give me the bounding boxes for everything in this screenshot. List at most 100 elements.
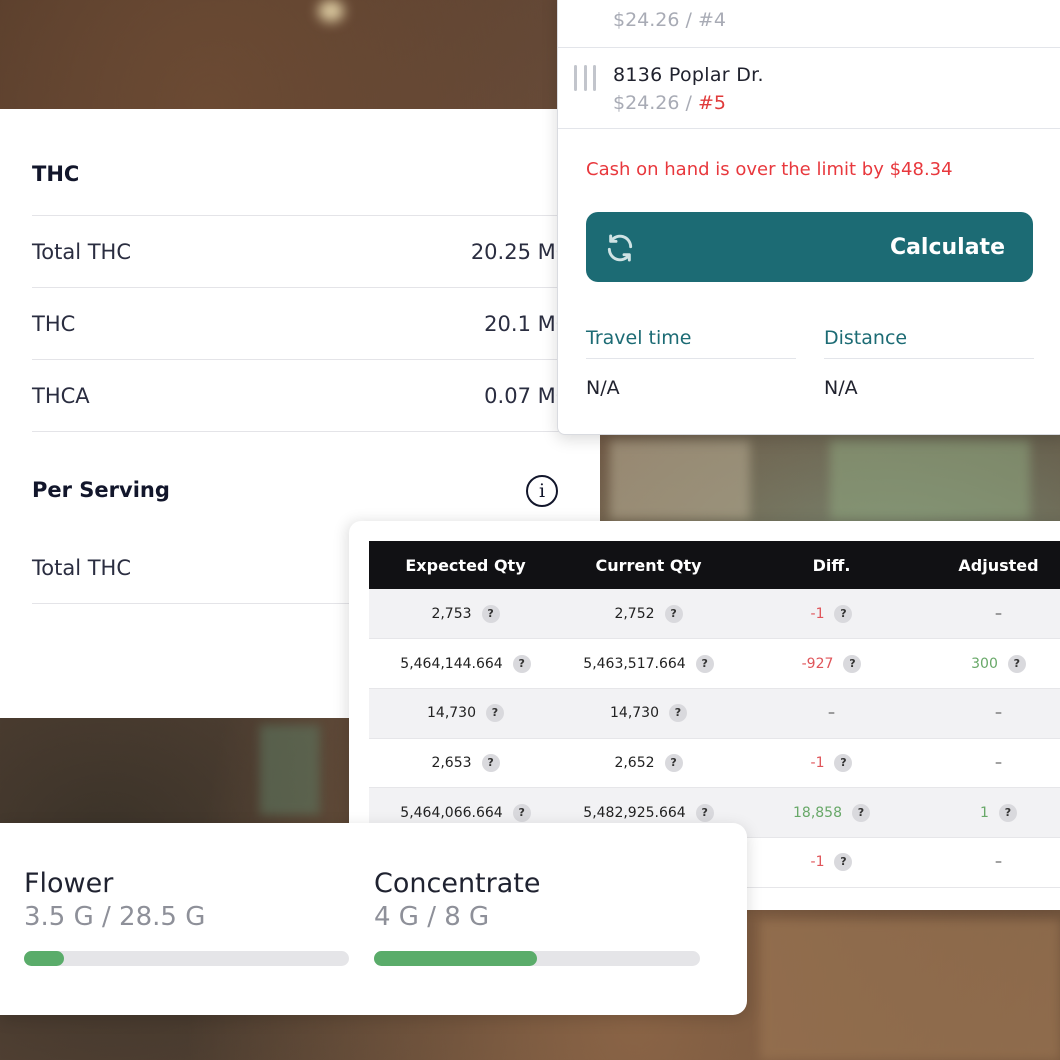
- stop-item-5[interactable]: 8136 Poplar Dr. $24.26 / #5: [558, 48, 1060, 129]
- help-icon[interactable]: ?: [481, 604, 500, 623]
- help-icon[interactable]: ?: [834, 853, 853, 872]
- adjusted-cell: –: [928, 837, 1060, 888]
- cell-value: –: [995, 854, 1002, 871]
- help-icon[interactable]: ?: [695, 654, 714, 673]
- limit-amount: 3.5 G / 28.5 G: [24, 902, 206, 932]
- thc-row-total: Total THC 20.25 MG: [32, 216, 572, 288]
- limit-amount: 4 G / 8 G: [374, 902, 490, 932]
- cell-value: 18,858: [793, 804, 842, 821]
- stop-meta: $24.26 / #5: [613, 92, 726, 114]
- stop-number: #5: [697, 92, 726, 114]
- refresh-icon: [607, 234, 633, 262]
- help-icon[interactable]: ?: [834, 604, 853, 623]
- cell-value: -1: [810, 854, 825, 871]
- adjusted-cell: –: [928, 589, 1060, 640]
- help-icon[interactable]: ?: [664, 753, 683, 772]
- row-label: Total THC: [32, 239, 132, 264]
- help-icon[interactable]: ?: [852, 803, 870, 822]
- expected-qty-cell: 2,753?: [369, 589, 562, 640]
- divider: [586, 358, 796, 359]
- limit-progress-bar: [374, 951, 700, 966]
- cell-value: -1: [810, 605, 825, 622]
- cell-value: 1: [980, 804, 989, 821]
- limit-progress-bar: [24, 951, 349, 966]
- current-qty-cell: 2,652?: [562, 738, 735, 789]
- cell-value: 2,652: [614, 754, 655, 771]
- help-icon[interactable]: ?: [512, 654, 531, 673]
- diff-cell: -1?: [735, 589, 928, 640]
- distance-label: Distance: [824, 327, 908, 349]
- expected-qty-cell: 2,653?: [369, 738, 562, 789]
- divider: [824, 358, 1034, 359]
- diff-cell: -1?: [735, 738, 928, 789]
- help-icon[interactable]: ?: [486, 704, 504, 723]
- cell-value: –: [828, 705, 835, 722]
- row-label: THC: [32, 311, 76, 336]
- help-icon[interactable]: ?: [664, 604, 683, 623]
- row-label: Total THC: [32, 555, 132, 580]
- info-icon[interactable]: i: [526, 475, 558, 507]
- help-icon[interactable]: ?: [695, 803, 714, 822]
- per-serving-heading: Per Serving: [32, 478, 170, 502]
- background-window: [830, 440, 1030, 520]
- diff-cell: –: [735, 688, 928, 739]
- help-icon[interactable]: ?: [481, 753, 500, 772]
- cell-value: 5,464,066.664: [400, 804, 503, 821]
- expected-qty-cell: 14,730?: [369, 688, 562, 739]
- column-header[interactable]: Expected Qty: [369, 541, 562, 589]
- cell-value: –: [995, 705, 1002, 722]
- purchase-limits-panel: Flower 3.5 G / 28.5 G Concentrate 4 G / …: [0, 823, 747, 1015]
- cell-value: 5,482,925.664: [583, 804, 686, 821]
- help-icon[interactable]: ?: [998, 803, 1017, 822]
- stop-address: 8136 Poplar Dr.: [613, 64, 764, 86]
- travel-time-value: N/A: [586, 377, 620, 399]
- current-qty-cell: 2,752?: [562, 589, 735, 640]
- column-header[interactable]: Current Qty: [562, 541, 735, 589]
- table-header-row: Expected Qty Current Qty Diff. Adjusted: [369, 541, 1060, 589]
- stop-separator: /: [679, 9, 698, 31]
- help-icon[interactable]: ?: [843, 654, 862, 673]
- limit-name: Concentrate: [374, 868, 541, 899]
- diff-cell: 18,858?: [735, 787, 928, 838]
- drag-handle-icon[interactable]: [574, 65, 596, 91]
- cell-value: –: [995, 605, 1002, 622]
- cell-value: 300: [971, 655, 998, 672]
- cell-value: 5,464,144.664: [400, 655, 503, 672]
- limit-progress-fill: [374, 951, 537, 966]
- row-label: THCA: [32, 383, 90, 408]
- thc-row-thc: THC 20.1 MG: [32, 288, 572, 360]
- adjusted-cell: –: [928, 738, 1060, 789]
- diff-cell: -1?: [735, 837, 928, 888]
- column-header[interactable]: Diff.: [735, 541, 928, 589]
- help-icon[interactable]: ?: [834, 753, 853, 772]
- stop-amount: $24.26: [613, 9, 680, 31]
- cell-value: 2,653: [431, 754, 472, 771]
- adjusted-cell: 300?: [928, 638, 1060, 689]
- stop-item-4[interactable]: $24.26 / #4: [558, 0, 1060, 48]
- stop-number: #4: [697, 9, 726, 31]
- background-light: [318, 0, 344, 22]
- cell-value: 2,753: [431, 605, 472, 622]
- help-icon[interactable]: ?: [1007, 654, 1026, 673]
- background-shelf: [610, 440, 750, 520]
- column-header[interactable]: Adjusted: [928, 541, 1060, 589]
- table-row[interactable]: 2,753? 2,752? -1? –: [369, 589, 1060, 640]
- table-row[interactable]: 5,464,144.664? 5,463,517.664? -927? 300?: [369, 638, 1060, 689]
- limit-progress-fill: [24, 951, 64, 966]
- thc-heading: THC: [32, 162, 80, 186]
- help-icon[interactable]: ?: [669, 704, 687, 723]
- calculate-label: Calculate: [889, 234, 1005, 260]
- help-icon[interactable]: ?: [512, 803, 531, 822]
- thc-row-thca: THCA 0.07 MG: [32, 360, 572, 432]
- travel-time-label: Travel time: [586, 327, 692, 349]
- table-row[interactable]: 14,730? 14,730? – –: [369, 688, 1060, 739]
- cash-limit-warning: Cash on hand is over the limit by $48.34: [586, 159, 953, 180]
- stop-amount: $24.26: [613, 92, 680, 114]
- cell-value: -1: [810, 754, 825, 771]
- table-row[interactable]: 2,653? 2,652? -1? –: [369, 738, 1060, 789]
- cell-value: 2,752: [614, 605, 655, 622]
- distance-value: N/A: [824, 377, 858, 399]
- cell-value: 14,730: [610, 705, 659, 722]
- calculate-button[interactable]: Calculate: [586, 212, 1033, 282]
- current-qty-cell: 14,730?: [562, 688, 735, 739]
